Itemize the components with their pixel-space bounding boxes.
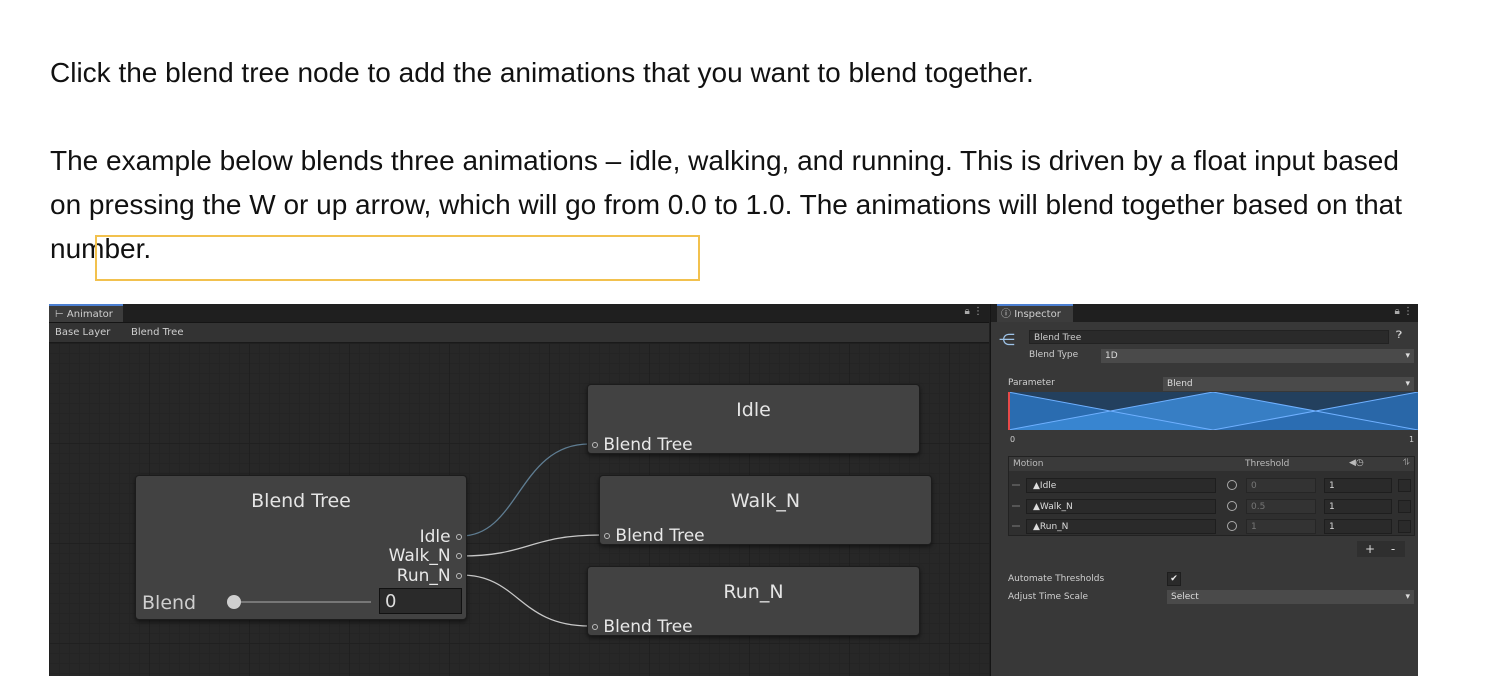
blend-param-label: Blend [142, 592, 197, 614]
motion-field: ▲Run_N [1026, 519, 1216, 534]
blend-weights-graph [1008, 392, 1418, 430]
mirror-checkbox [1398, 520, 1411, 533]
drag-handle-icon [1012, 505, 1020, 507]
drag-handle-icon [1012, 525, 1020, 527]
remove-motion-button[interactable]: - [1391, 542, 1395, 556]
info-icon: ⓘ [1001, 309, 1015, 320]
motion-list: Motion Threshold ◀◷ ⥮ ▲Idle 0 1 ▲Walk_N … [1008, 456, 1415, 536]
mirror-checkbox [1398, 500, 1411, 513]
threshold-field: 0 [1246, 478, 1316, 493]
port-dot-icon [604, 533, 610, 539]
adjust-time-scale-dropdown[interactable]: Select ▾ [1167, 590, 1414, 604]
highlight-box [95, 235, 700, 281]
dropdown-arrow-icon: ▾ [1405, 379, 1410, 389]
lock-menu-icons[interactable]: 🔒︎ ⋮ [1395, 306, 1414, 317]
dropdown-arrow-icon: ▾ [1405, 351, 1410, 361]
speed-icon: ◀◷ [1349, 458, 1364, 468]
inspector-tabbar: ⓘ Inspector 🔒︎ ⋮ [991, 304, 1418, 322]
motion-field: ▲Walk_N [1026, 499, 1216, 514]
animation-clip-icon: ▲ [1033, 481, 1040, 491]
inspector-tab-label: Inspector [1014, 309, 1061, 320]
intro-paragraph: Click the blend tree node to add the ani… [50, 57, 1034, 88]
blend-slider-knob[interactable] [227, 595, 241, 609]
port-dot-icon [592, 442, 598, 448]
walk-node-input[interactable]: Blend Tree [604, 526, 705, 546]
idle-node-input[interactable]: Blend Tree [592, 435, 693, 455]
motion-row[interactable]: ▲Walk_N 0.5 1 [1009, 497, 1414, 515]
range-min: 0 [1010, 435, 1016, 444]
output-run[interactable]: Run_N [397, 566, 462, 586]
dropdown-arrow-icon: ▾ [1405, 592, 1410, 602]
speed-field: 1 [1324, 499, 1392, 514]
idle-node-title: Idle [736, 399, 771, 421]
object-picker-icon [1227, 521, 1237, 531]
range-max: 1 [1409, 435, 1415, 444]
inspector-window: ⓘ Inspector 🔒︎ ⋮ ⋲ Blend Tree ❓︎ Blend T… [990, 304, 1418, 676]
adjust-time-scale-label: Adjust Time Scale [1008, 592, 1089, 602]
object-name-field[interactable]: Blend Tree [1029, 330, 1389, 344]
port-dot-icon [456, 573, 462, 579]
port-dot-icon [456, 534, 462, 540]
animation-clip-icon: ▲ [1033, 502, 1040, 512]
blend-value-field[interactable]: 0 [379, 588, 462, 614]
walk-node-title: Walk_N [730, 490, 801, 512]
port-dot-icon [592, 624, 598, 630]
automate-thresholds-checkbox[interactable]: ✔ [1167, 572, 1181, 586]
idle-node[interactable]: Idle Blend Tree [587, 384, 920, 455]
output-idle[interactable]: Idle [420, 527, 462, 547]
motion-row[interactable]: ▲Run_N 1 1 [1009, 517, 1414, 535]
object-picker-icon [1227, 501, 1237, 511]
blend-tree-node-title: Blend Tree [251, 490, 351, 512]
wire-walk [460, 534, 602, 557]
mirror-checkbox [1398, 479, 1411, 492]
blend-tree-icon: ⋲ [999, 330, 1015, 349]
help-icon[interactable]: ❓︎ [1396, 330, 1402, 341]
run-node[interactable]: Run_N Blend Tree [587, 566, 920, 637]
motion-list-header: Motion Threshold ◀◷ ⥮ [1009, 457, 1414, 471]
blend-type-dropdown[interactable]: 1D ▾ [1101, 349, 1414, 363]
run-node-title: Run_N [723, 581, 784, 603]
parameter-dropdown[interactable]: Blend ▾ [1163, 377, 1414, 391]
animator-window: ⊢ Animator 🔒︎ ⋮ Base Layer Blend Tree Bl… [49, 304, 989, 676]
add-motion-button[interactable]: + [1365, 542, 1375, 556]
mirror-icon: ⥮ [1403, 458, 1410, 468]
walk-node[interactable]: Walk_N Blend Tree [599, 475, 932, 546]
wire-run [460, 574, 590, 627]
speed-field: 1 [1324, 519, 1392, 534]
output-walk[interactable]: Walk_N [389, 546, 462, 566]
motion-header: Motion [1013, 459, 1044, 469]
port-dot-icon [456, 553, 462, 559]
threshold-field: 1 [1246, 519, 1316, 534]
threshold-header: Threshold [1245, 459, 1290, 469]
unity-screenshot: ⊢ Animator 🔒︎ ⋮ Base Layer Blend Tree Bl… [49, 304, 1418, 676]
blend-tree-node[interactable]: Blend Tree Idle Walk_N Run_N Blend 0 [135, 475, 467, 620]
blend-type-label: Blend Type [1029, 350, 1079, 360]
drag-handle-icon [1012, 484, 1020, 486]
threshold-field: 0.5 [1246, 499, 1316, 514]
object-picker-icon [1227, 480, 1237, 490]
add-remove-controls: + - [1357, 541, 1405, 557]
animation-clip-icon: ▲ [1033, 522, 1040, 532]
speed-field: 1 [1324, 478, 1392, 493]
motion-row[interactable]: ▲Idle 0 1 [1009, 476, 1414, 494]
blend-slider-track[interactable] [236, 601, 371, 603]
automate-thresholds-label: Automate Thresholds [1008, 574, 1105, 584]
wire-idle [460, 443, 590, 537]
motion-field: ▲Idle [1026, 478, 1216, 493]
parameter-label: Parameter [1008, 378, 1055, 388]
inspector-tab[interactable]: ⓘ Inspector [997, 304, 1073, 322]
run-node-input[interactable]: Blend Tree [592, 617, 693, 637]
